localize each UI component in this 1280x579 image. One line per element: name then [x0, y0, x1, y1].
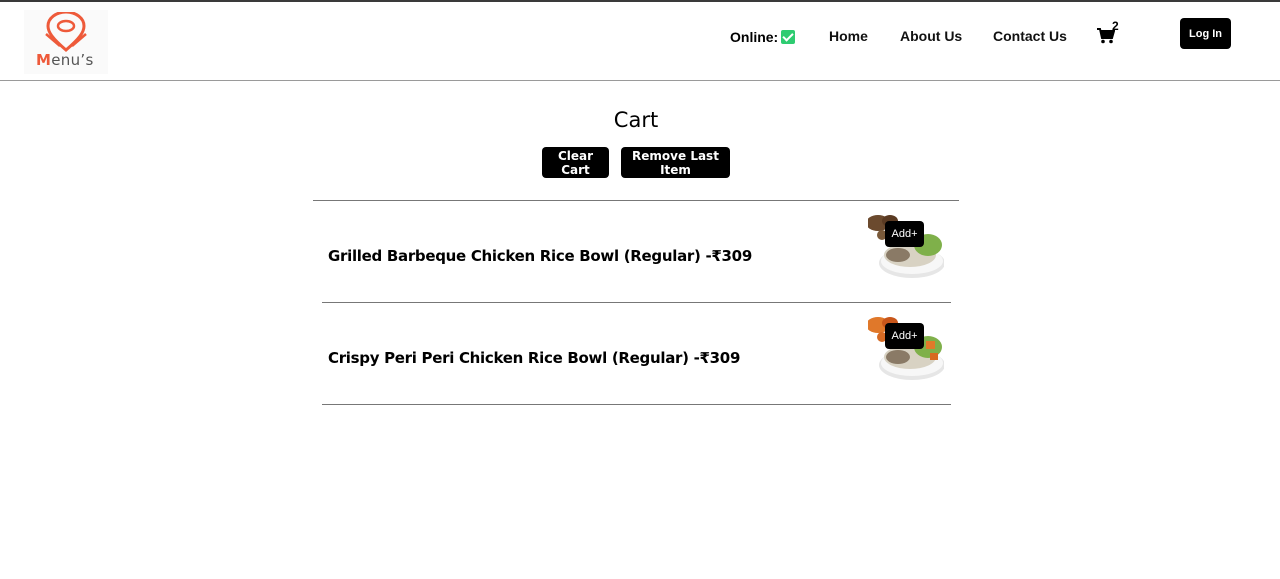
logo-text: Menu’s: [36, 51, 94, 69]
logo-pin-icon: [45, 12, 87, 52]
check-icon: [781, 30, 796, 44]
list-item: Grilled Barbeque Chicken Rice Bowl (Regu…: [322, 201, 951, 303]
item-name: Grilled Barbeque Chicken Rice Bowl (Regu…: [328, 247, 752, 265]
cart-count-badge: 2: [1112, 19, 1119, 33]
clear-cart-button[interactable]: Clear Cart: [542, 147, 609, 178]
nav-home-link[interactable]: Home: [829, 28, 868, 44]
nav-about-link[interactable]: About Us: [900, 28, 962, 44]
online-status: Online:: [730, 29, 796, 45]
item-name: Crispy Peri Peri Chicken Rice Bowl (Regu…: [328, 349, 741, 367]
list-item: Crispy Peri Peri Chicken Rice Bowl (Regu…: [322, 303, 951, 405]
site-header: Menu’s Online: Home About Us Contact Us …: [0, 2, 1280, 81]
page-title: Cart: [613, 108, 659, 132]
login-button[interactable]: Log In: [1180, 18, 1231, 49]
online-label: Online:: [730, 29, 779, 45]
logo[interactable]: Menu’s: [24, 10, 108, 74]
add-button[interactable]: Add+: [885, 323, 924, 349]
nav-contact-link[interactable]: Contact Us: [993, 28, 1067, 44]
add-button[interactable]: Add+: [885, 221, 924, 247]
remove-last-item-button[interactable]: Remove Last Item: [621, 147, 730, 178]
